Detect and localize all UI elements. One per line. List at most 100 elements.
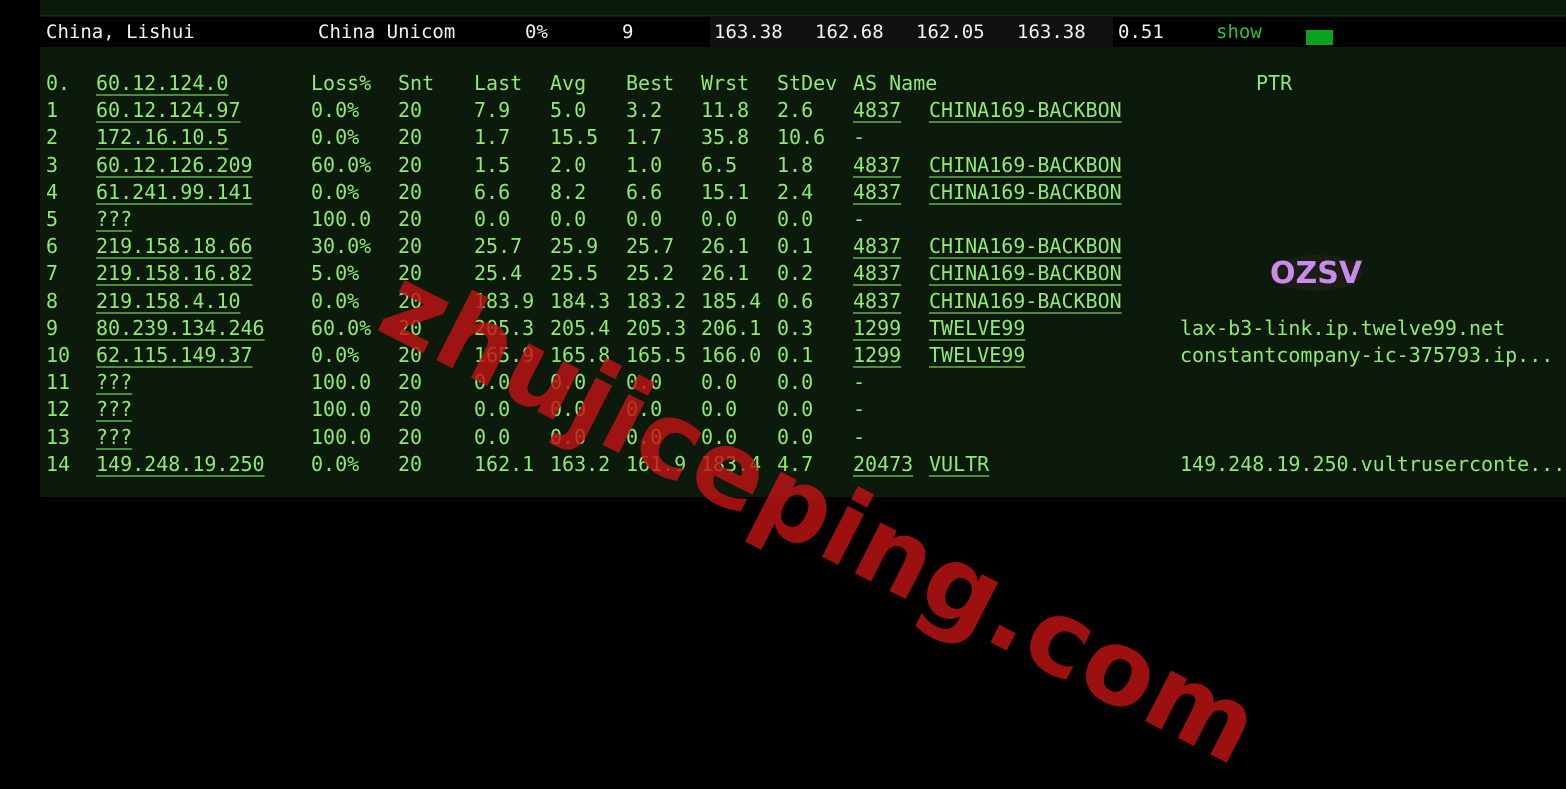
hop-snt: 20 [398, 152, 423, 177]
hop-host-link[interactable]: 219.158.16.82 [96, 260, 253, 287]
hop-number: 5 [46, 207, 59, 231]
hop-as: - [853, 125, 866, 150]
hop-best: 6.6 [626, 179, 663, 204]
column-header-ptr: PTR [1256, 71, 1293, 95]
hop-last: 1.7 [474, 125, 511, 150]
hop-stdev: 0.0 [777, 370, 814, 395]
trace-row: 2 172.16.10.5 0.0% 20 1.7 15.5 1.7 35.8 10.6 - [40, 124, 1566, 151]
hop-avg: 8.2 [550, 179, 587, 204]
hop-wrst: 206.1 [701, 315, 762, 340]
hop-stdev: 2.4 [777, 179, 814, 204]
hop-stdev: 2.6 [777, 98, 814, 123]
hop-host-link[interactable]: 60.12.126.209 [96, 152, 253, 179]
hop-best: 183.2 [626, 288, 687, 313]
hop-number: 2 [46, 125, 59, 150]
hop-as-link[interactable]: 4837 [853, 233, 901, 260]
hop-ptr: 149.248.19.250.vultruserconte... [1180, 451, 1566, 476]
hop-host-link[interactable]: ??? [96, 424, 132, 451]
hop-wrst: 26.1 [701, 234, 750, 259]
column-header-best: Best [626, 71, 675, 95]
hop-snt: 20 [398, 125, 423, 150]
hop-wrst: 35.8 [701, 125, 750, 150]
top-bar [40, 0, 1566, 16]
hop-as-name[interactable]: CHINA169-BACKBON [929, 152, 1122, 179]
column-header-wrst: Wrst [701, 71, 750, 95]
hop-last: 25.7 [474, 234, 523, 259]
hop-host-link[interactable]: 149.248.19.250 [96, 451, 265, 478]
column-header-loss: Loss% [311, 71, 372, 95]
hop-as-name[interactable]: TWELVE99 [929, 342, 1025, 369]
hop-as-link[interactable]: 1299 [853, 315, 901, 342]
hop-as-name[interactable]: TWELVE99 [929, 315, 1025, 342]
hop-best: 1.0 [626, 152, 663, 177]
hop-as-link[interactable]: 4837 [853, 260, 901, 287]
hop-host-link[interactable]: ??? [96, 396, 132, 423]
summary-value-4: 163.38 [1017, 21, 1086, 43]
hop-host-link[interactable]: 80.239.134.246 [96, 315, 265, 342]
hop-as-link[interactable]: 4837 [853, 179, 901, 206]
hop-as-name[interactable]: CHINA169-BACKBON [929, 233, 1122, 260]
hop-wrst: 0.0 [701, 207, 738, 231]
hop-loss: 100.0 [311, 207, 372, 231]
hop-as-link[interactable]: 4837 [853, 152, 901, 179]
trace-row: 3 60.12.126.209 60.0% 20 1.5 2.0 1.0 6.5 1.8 4837… [40, 152, 1566, 179]
hop-last: 0.0 [474, 207, 511, 231]
hop-as-name[interactable]: CHINA169-BACKBON [929, 288, 1122, 315]
hop-host-link[interactable]: 62.115.149.37 [96, 342, 253, 369]
column-header-avg: Avg [550, 71, 587, 95]
hop-as-name[interactable]: VULTR [929, 451, 989, 478]
hop-snt: 20 [398, 397, 423, 422]
hop-loss: 60.0% [311, 152, 372, 177]
hop-number: 9 [46, 315, 59, 340]
hop-snt: 20 [398, 424, 423, 449]
hop-stdev: 0.3 [777, 315, 814, 340]
hop-wrst: 6.5 [701, 152, 738, 177]
logo-text: OZSV [1270, 256, 1363, 291]
show-link[interactable]: show [1216, 21, 1262, 43]
hop-host-link[interactable]: 60.12.124.0 [96, 70, 228, 97]
column-header-asname: AS Name [853, 71, 938, 95]
hop-loss: 30.0% [311, 234, 372, 259]
hop-number: 1 [46, 98, 59, 123]
hop-last: 0.0 [474, 424, 511, 449]
hop-best: 25.7 [626, 234, 675, 259]
hop-as-name[interactable]: CHINA169-BACKBON [929, 260, 1122, 287]
hop-host-link[interactable]: ??? [96, 369, 132, 396]
hop-stdev: 0.2 [777, 261, 814, 286]
hop-host-link[interactable]: 61.241.99.141 [96, 179, 253, 206]
hop-last: 162.1 [474, 451, 535, 476]
hop-as-link[interactable]: 4837 [853, 288, 901, 315]
hop-ptr: lax-b3-link.ip.twelve99.net [1180, 315, 1506, 340]
hop-best: 0.0 [626, 207, 663, 231]
summary-location: China, Lishui [46, 21, 195, 43]
hop-as-name[interactable]: CHINA169-BACKBON [929, 97, 1122, 124]
hop-as-name[interactable]: CHINA169-BACKBON [929, 179, 1122, 206]
summary-row: China, Lishui China Unicom 0% 9 163.38 1… [40, 17, 1566, 47]
summary-value-5: 0.51 [1118, 21, 1164, 43]
trace-row: 5??? 100.0 20 0.0 0.0 0.0 0.0 0.0 - [40, 206, 1566, 233]
hop-stdev: 0.1 [777, 234, 814, 259]
hop-host-link[interactable]: 172.16.10.5 [96, 124, 228, 151]
trace-header: 0. 60.12.124.0 Loss% Snt Last Avg Best Wrst StDe… [40, 70, 1566, 97]
hop-loss: 0.0% [311, 125, 360, 150]
hop-best: 3.2 [626, 98, 663, 123]
hop-wrst: 11.8 [701, 98, 750, 123]
hop-host-link[interactable]: 219.158.18.66 [96, 233, 253, 260]
hop-avg: 25.5 [550, 261, 599, 286]
summary-loss: 0% [525, 21, 548, 43]
hop-as-link[interactable]: 1299 [853, 342, 901, 369]
hop-number: 13 [46, 424, 71, 449]
column-header-stdev: StDev [777, 71, 838, 95]
hop-loss: 60.0% [311, 315, 372, 340]
column-header-last: Last [474, 71, 523, 95]
hop-host-link[interactable]: 60.12.124.97 [96, 97, 241, 124]
hop-as-link[interactable]: 4837 [853, 97, 901, 124]
hop-loss: 100.0 [311, 397, 372, 422]
hop-last: 7.9 [474, 98, 511, 123]
trace-row: 11??? 100.0 20 0.0 0.0 0.0 0.0 0.0- [40, 369, 1566, 396]
hop-host-link[interactable]: 219.158.4.10 [96, 288, 241, 315]
hop-host-link[interactable]: ??? [96, 206, 132, 233]
hop-as: - [853, 397, 866, 422]
hop-loss: 100.0 [311, 424, 372, 449]
hop-number: 8 [46, 288, 59, 313]
